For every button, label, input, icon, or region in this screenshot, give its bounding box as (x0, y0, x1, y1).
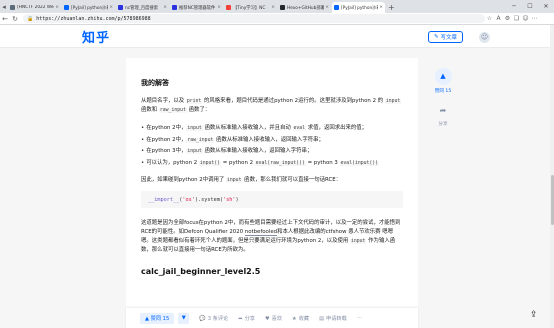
tab-favicon-icon (172, 5, 177, 10)
url-text: https://zhuanlan.zhihu.com/p/578986988 (36, 15, 151, 22)
url-field[interactable]: 🔒 https://zhuanlan.zhihu.com/p/578986988 (23, 14, 485, 23)
tab-scroll-left-icon[interactable]: ◂ (0, 0, 8, 13)
rail-upvote-icon[interactable]: ▲ (434, 68, 452, 85)
page-content: 知乎 ✎ 写文章 ☺ 我的解答 从题目名字，以及 print 的风格来看，题目代… (0, 25, 554, 328)
profile-icon[interactable]: ☺ (521, 15, 530, 22)
address-bar: ← ↻ 🔒 https://zhuanlan.zhihu.com/p/57898… (0, 13, 554, 25)
browser-tab[interactable]: [HNCTF 2022 Wee × (8, 2, 61, 13)
comments-button[interactable]: 💬 3 条评论 (199, 315, 228, 322)
browser-tab[interactable]: Hexo+GitHub部署 × (278, 2, 331, 13)
paragraph-1: 从题目名字，以及 print 的风格来看，题目代码是通过python 2运行的。… (141, 98, 402, 113)
rail-share-icon[interactable]: ➦ (435, 102, 452, 119)
collections-icon[interactable]: ❏ (512, 15, 521, 22)
collect-button[interactable]: ★ 收藏 (292, 315, 309, 322)
tab-close-icon[interactable]: × (55, 5, 59, 10)
bullet-icon: • (141, 148, 145, 154)
back-icon[interactable]: ← (0, 15, 10, 23)
window-controls: ─ ☐ ✕ (506, 0, 554, 13)
browser-tab-strip: ◂ [HNCTF 2022 Wee × [PyJail] python沙箱 × nc管理… (0, 0, 554, 13)
paragraph-2: 因此，如果碰到python 2中调用了 input 函数，那么我们就可以直接一句… (141, 177, 342, 183)
tab-close-icon[interactable]: × (379, 5, 383, 10)
close-window-icon[interactable]: ✕ (538, 0, 554, 13)
tab-title: nc管理_百度搜索 (125, 5, 159, 11)
heart-icon: ♥ (265, 315, 270, 322)
write-article-label: 写文章 (440, 35, 458, 41)
browser-tab[interactable]: nc管理_百度搜索 × (116, 2, 169, 13)
pen-icon: ✎ (433, 34, 439, 40)
tab-title: [HNCTF 2022 Wee (17, 5, 55, 10)
bullet-icon: • (141, 159, 145, 166)
paragraph-3: 这道题是因为全部focus在python 2中，而有些题目需要经过上下文代码的审… (141, 220, 401, 253)
comment-icon: 💬 (199, 315, 206, 322)
list-item: • 在python 2中，raw_input 函数从标准输入接收输入，返回输入字符… (141, 136, 324, 143)
tab-favicon-icon (64, 5, 69, 10)
tab-close-icon[interactable]: × (271, 5, 275, 10)
maximize-icon[interactable]: ☐ (522, 0, 538, 13)
rail-upvote-label: 赞同 15 (434, 89, 452, 94)
zhihu-logo[interactable]: 知乎 (82, 27, 110, 46)
side-action-rail: ▲ 赞同 15 ➦ 分享 (428, 68, 458, 127)
site-header: 知乎 ✎ 写文章 ☺ (0, 25, 554, 48)
heading-level2-5: calc_jail_beginner_level2.5 (141, 267, 261, 276)
tab-favicon-icon (334, 5, 339, 10)
apply-repost-button[interactable]: ▤ 申请转载 (319, 315, 347, 322)
list-item: • 在python 3中，input 函数从标准输入接收输入，返回输入字符串； (141, 148, 313, 154)
tab-title: Hexo+GitHub部署 (287, 5, 325, 11)
write-article-button[interactable]: ✎ 写文章 (428, 31, 463, 43)
extensions-icon[interactable]: ⚙ (503, 15, 512, 22)
tab-close-icon[interactable]: × (163, 5, 167, 10)
tab-title: [PyJail] python沙箱 (341, 5, 379, 11)
code-block[interactable]: __import__('os').system('sh') (141, 191, 403, 208)
share-icon: ➦ (238, 315, 243, 322)
browser-tab[interactable]: 推荐NC管理器软件 × (170, 2, 223, 13)
star-icon[interactable]: ☆ (485, 15, 494, 22)
new-tab-button[interactable]: + (388, 2, 395, 13)
browser-tab[interactable]: [PyJail] python沙箱 × (62, 2, 115, 13)
tab-title: 【Tiny学习】NC (233, 5, 266, 11)
tab-favicon-icon (118, 5, 123, 10)
refresh-icon[interactable]: ↻ (10, 15, 20, 23)
like-button[interactable]: ♥ 喜欢 (265, 315, 282, 322)
tab-title: [PyJail] python沙箱 (71, 5, 109, 11)
document-icon: ▤ (319, 315, 324, 322)
back-to-top-icon[interactable]: ⇪ (530, 310, 538, 320)
list-item: • 在python 2中，input 函数从标准输入接收输入，并且自动 eval … (141, 125, 368, 131)
tab-close-icon[interactable]: × (109, 5, 113, 10)
bullet-list: • 在python 2中，input 函数从标准输入接收输入，并且自动 eval … (141, 123, 403, 169)
user-avatar[interactable]: ☺ (479, 32, 490, 43)
tab-close-icon[interactable]: × (217, 5, 221, 10)
notbefooled-link[interactable]: notbefooled (244, 229, 278, 236)
bullet-icon: • (141, 136, 145, 143)
reading-icon[interactable]: A (494, 15, 503, 22)
tab-favicon-icon (280, 5, 285, 10)
page-scrollbar[interactable] (550, 25, 554, 328)
minimize-icon[interactable]: ─ (506, 0, 522, 13)
upvote-button[interactable]: ▲ 赞同 15 (140, 312, 175, 324)
scrollbar-thumb[interactable] (550, 175, 554, 225)
downvote-button[interactable]: ▼ (178, 312, 190, 324)
tab-favicon-icon (10, 5, 15, 10)
browser-tab[interactable]: [PyJail] python沙箱 × (332, 2, 385, 13)
rail-share-label: 分享 (438, 122, 448, 127)
tab-favicon-icon (226, 5, 231, 10)
more-button[interactable]: ··· (357, 315, 362, 321)
tab-close-icon[interactable]: × (325, 5, 329, 10)
list-item: • 可以认为，python 2 input() = python 2 eval(r… (141, 159, 380, 166)
lock-icon: 🔒 (27, 15, 34, 22)
tab-title: 推荐NC管理器软件 (179, 5, 216, 11)
bullet-icon: • (141, 125, 145, 131)
share-button[interactable]: ➦ 分享 (238, 315, 255, 322)
star-icon: ★ (292, 315, 297, 322)
menu-icon[interactable]: ⋯ (530, 15, 539, 22)
section-title: 我的解答 (141, 79, 169, 87)
bottom-action-bar: ▲ 赞同 15 ▼ 💬 3 条评论 ➦ 分享 ♥ 喜欢 ★ 收藏 ▤ 申请转载 ··· (126, 308, 418, 328)
browser-tab[interactable]: 【Tiny学习】NC × (224, 2, 277, 13)
article-body: 我的解答 从题目名字，以及 print 的风格来看，题目代码是通过python … (126, 58, 418, 328)
